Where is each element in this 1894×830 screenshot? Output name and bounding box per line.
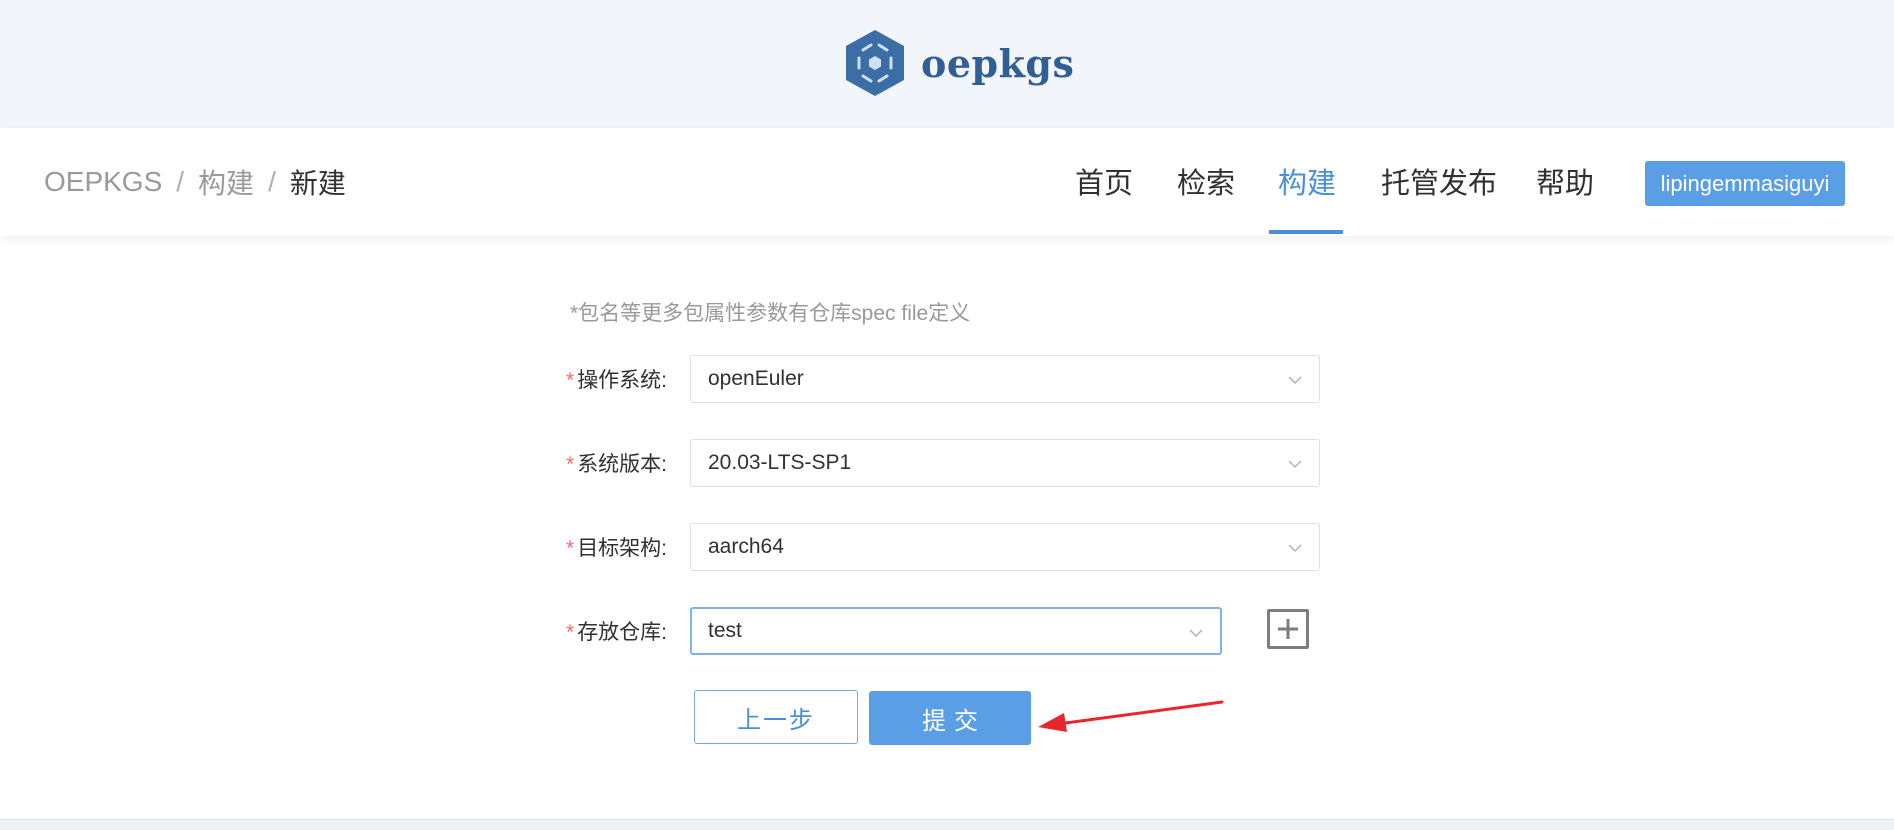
form-row-repo: * 存放仓库: (566, 607, 690, 655)
required-mark: * (566, 621, 575, 644)
chevron-down-icon (1288, 376, 1302, 385)
nav-item-home[interactable]: 首页 (1075, 128, 1133, 236)
previous-step-button[interactable]: 上一步 (694, 690, 858, 744)
version-select-value: 20.03-LTS-SP1 (708, 451, 852, 474)
page-footer-divider (0, 819, 1894, 830)
navbar: OEPKGS / 构建 / 新建 首页 检索 构建 托管发布 帮助 (0, 128, 1894, 236)
breadcrumb-separator: / (176, 166, 185, 197)
brand-logo[interactable]: oepkgs (843, 28, 1074, 98)
version-select[interactable]: 20.03-LTS-SP1 (690, 439, 1320, 487)
field-label-os: * 操作系统: (566, 369, 668, 392)
field-label-repo: * 存放仓库: (566, 621, 668, 644)
nav-item-hosted-release[interactable]: 托管发布 (1381, 128, 1497, 236)
form-hint: *包名等更多包属性参数有仓库spec file定义 (570, 302, 971, 325)
user-account-button[interactable]: lipingemmasiguyi (1645, 161, 1845, 206)
breadcrumb: OEPKGS / 构建 / 新建 (44, 128, 346, 236)
chevron-down-icon (1288, 544, 1302, 553)
form-row-os: * 操作系统: (566, 355, 690, 403)
arch-select-value: aarch64 (708, 535, 784, 558)
nav-item-help[interactable]: 帮助 (1536, 128, 1594, 236)
brand-name: oepkgs (921, 40, 1075, 86)
top-banner: oepkgs (0, 0, 1894, 128)
repo-select-value: test (708, 619, 742, 642)
required-mark: * (566, 537, 575, 560)
arch-select[interactable]: aarch64 (690, 523, 1320, 571)
breadcrumb-separator: / (268, 166, 276, 197)
os-select-value: openEuler (708, 367, 804, 390)
field-label-version: * 系统版本: (566, 453, 668, 476)
required-mark: * (566, 453, 575, 476)
chevron-down-icon (1288, 460, 1302, 469)
chevron-down-icon (1189, 629, 1203, 638)
os-select[interactable]: openEuler (690, 355, 1320, 403)
required-mark: * (566, 369, 575, 392)
field-label-arch: * 目标架构: (566, 537, 668, 560)
breadcrumb-item-build[interactable]: 构建 (198, 162, 254, 202)
submit-button[interactable]: 提交 (869, 691, 1031, 745)
form-row-arch: * 目标架构: (566, 523, 690, 571)
breadcrumb-item-new: 新建 (289, 168, 346, 199)
plus-square-icon (1278, 619, 1298, 639)
oepkgs-hexagon-logo-icon (846, 30, 904, 96)
repo-select[interactable]: test (690, 607, 1222, 655)
form-row-version: * 系统版本: (566, 439, 690, 487)
active-nav-indicator (1269, 230, 1343, 234)
add-repo-button[interactable] (1267, 609, 1309, 649)
red-arrow-annotation (1038, 700, 1224, 732)
breadcrumb-item-oepkgs[interactable]: OEPKGS (44, 166, 162, 198)
nav-item-search[interactable]: 检索 (1177, 128, 1235, 236)
nav-item-build[interactable]: 构建 (1278, 128, 1336, 236)
